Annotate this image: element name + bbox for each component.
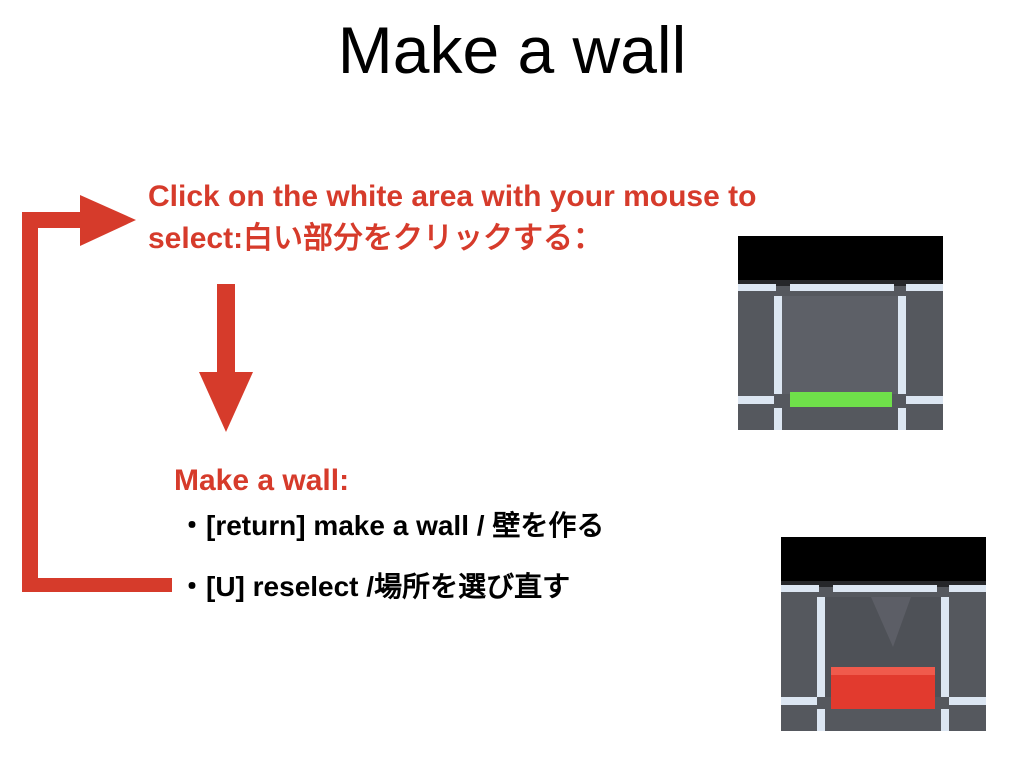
instruction-line-1: Click on the white area with your mouse … [148,180,757,213]
section-heading: Make a wall: [174,464,350,497]
grid-wall-placed-icon [781,537,986,731]
bullet-make-wall: ・[return] make a wall / 壁を作る [178,510,605,541]
down-arrow-icon [199,284,253,432]
grid-selected-cell-icon [738,236,943,430]
bullet-reselect: ・[U] reselect /場所を選び直す [178,571,571,602]
grid-selection-image [738,236,943,430]
slide-title: Make a wall [337,13,687,87]
grid-wall-image [781,537,986,731]
